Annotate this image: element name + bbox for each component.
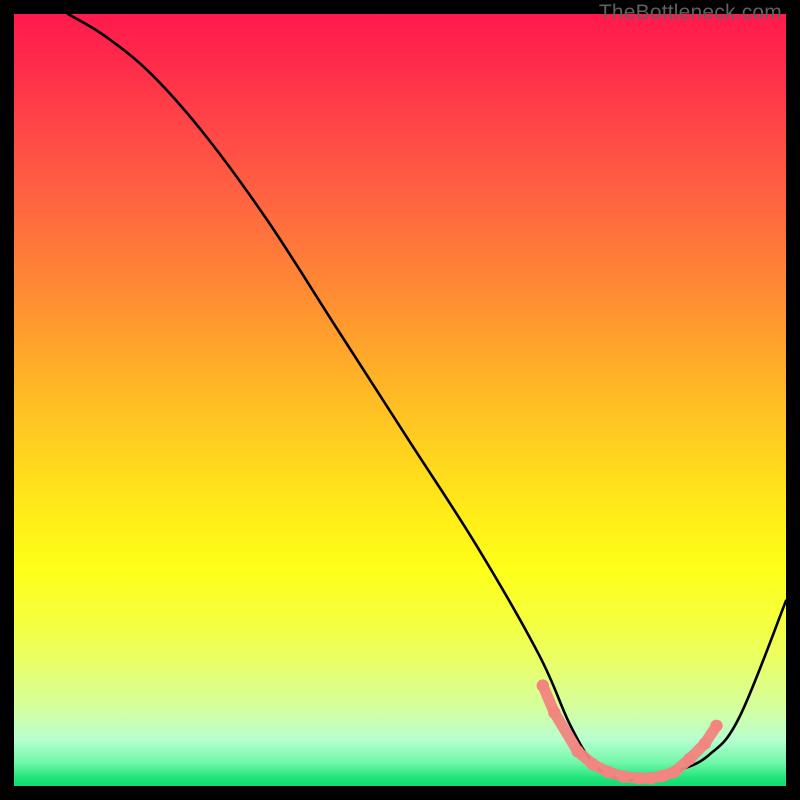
- chart-gradient-background: [14, 14, 786, 786]
- watermark-text: TheBottleneck.com: [599, 1, 782, 25]
- chart-frame: [14, 14, 786, 786]
